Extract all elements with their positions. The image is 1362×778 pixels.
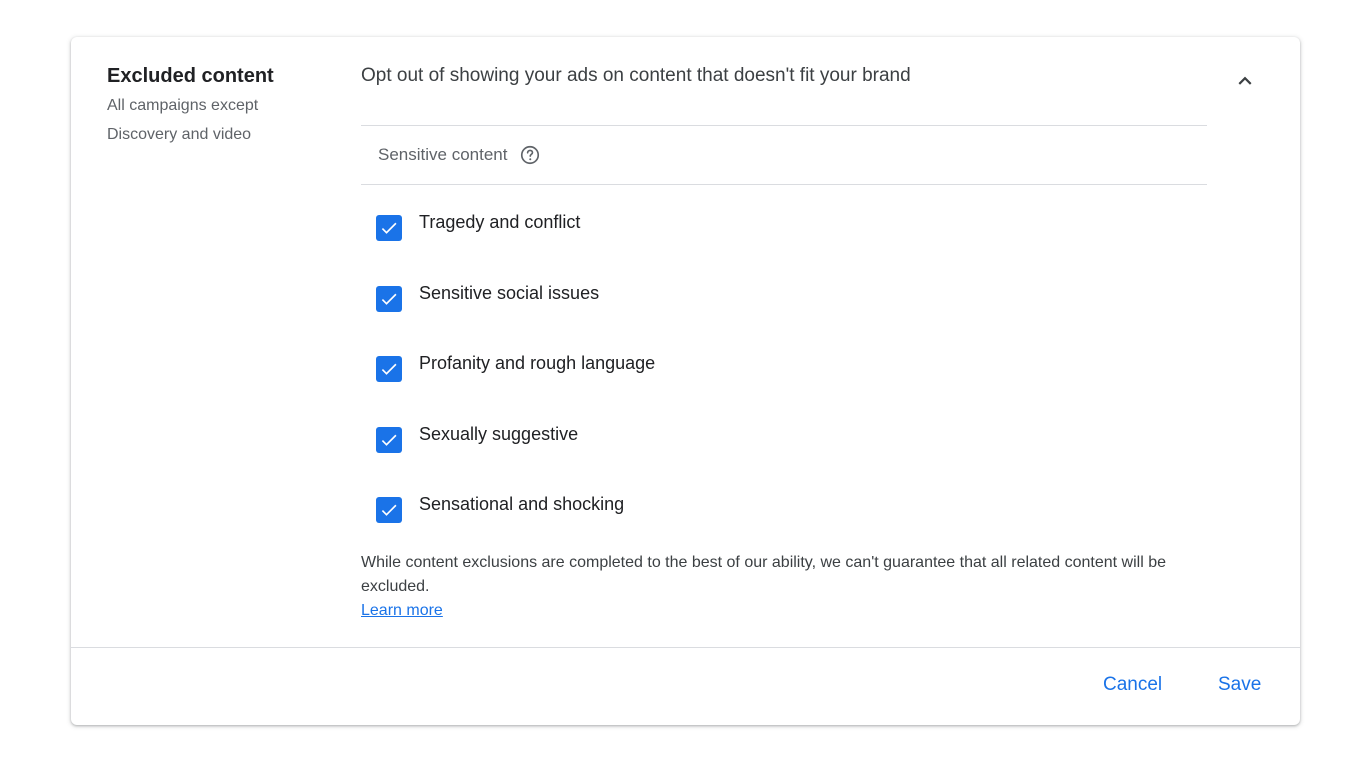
- chevron-up-icon: [1238, 76, 1252, 85]
- check-icon: [381, 434, 397, 446]
- section-description: Opt out of showing your ads on content t…: [361, 65, 911, 86]
- learn-more-link[interactable]: Learn more: [361, 602, 443, 619]
- help-circle-icon[interactable]: [519, 144, 541, 166]
- check-icon: [381, 504, 397, 516]
- section-subtitle: All campaigns except Discovery and video: [107, 97, 259, 143]
- checkbox-tragedy-and-conflict[interactable]: [376, 215, 402, 241]
- disclaimer-text: While content exclusions are completed t…: [361, 554, 1166, 595]
- section-title: Excluded content: [107, 65, 274, 87]
- disclaimer: While content exclusions are completed t…: [361, 551, 1201, 623]
- checkbox-profanity-and-rough-language[interactable]: [376, 356, 402, 382]
- option-label: Sexually suggestive: [419, 423, 579, 444]
- option-label: Sensational and shocking: [419, 494, 625, 514]
- option-label: Profanity and rough language: [419, 353, 656, 373]
- check-icon: [381, 363, 397, 375]
- checkbox-sexually-suggestive[interactable]: [376, 426, 402, 453]
- collapse-button[interactable]: [1225, 61, 1265, 101]
- option-label: Sensitive social issues: [419, 282, 600, 303]
- section-description-wrap: Opt out of showing your ads on content t…: [361, 63, 1207, 89]
- checkbox-sensational-and-shocking[interactable]: [376, 497, 402, 523]
- sensitive-content-header: Sensitive content: [361, 125, 1207, 185]
- card-footer: Cancel Save: [71, 647, 1300, 725]
- option-label: Tragedy and conflict: [419, 212, 581, 232]
- cancel-button[interactable]: Cancel: [1103, 674, 1162, 696]
- check-icon: [381, 293, 397, 305]
- excluded-content-card: Excluded content All campaigns except Di…: [71, 37, 1300, 725]
- check-icon: [381, 222, 397, 234]
- sensitive-content-label: Sensitive content: [378, 145, 508, 164]
- save-button[interactable]: Save: [1218, 674, 1261, 696]
- checkbox-sensitive-social-issues[interactable]: [376, 285, 402, 312]
- section-header: Excluded content All campaigns except Di…: [107, 63, 307, 149]
